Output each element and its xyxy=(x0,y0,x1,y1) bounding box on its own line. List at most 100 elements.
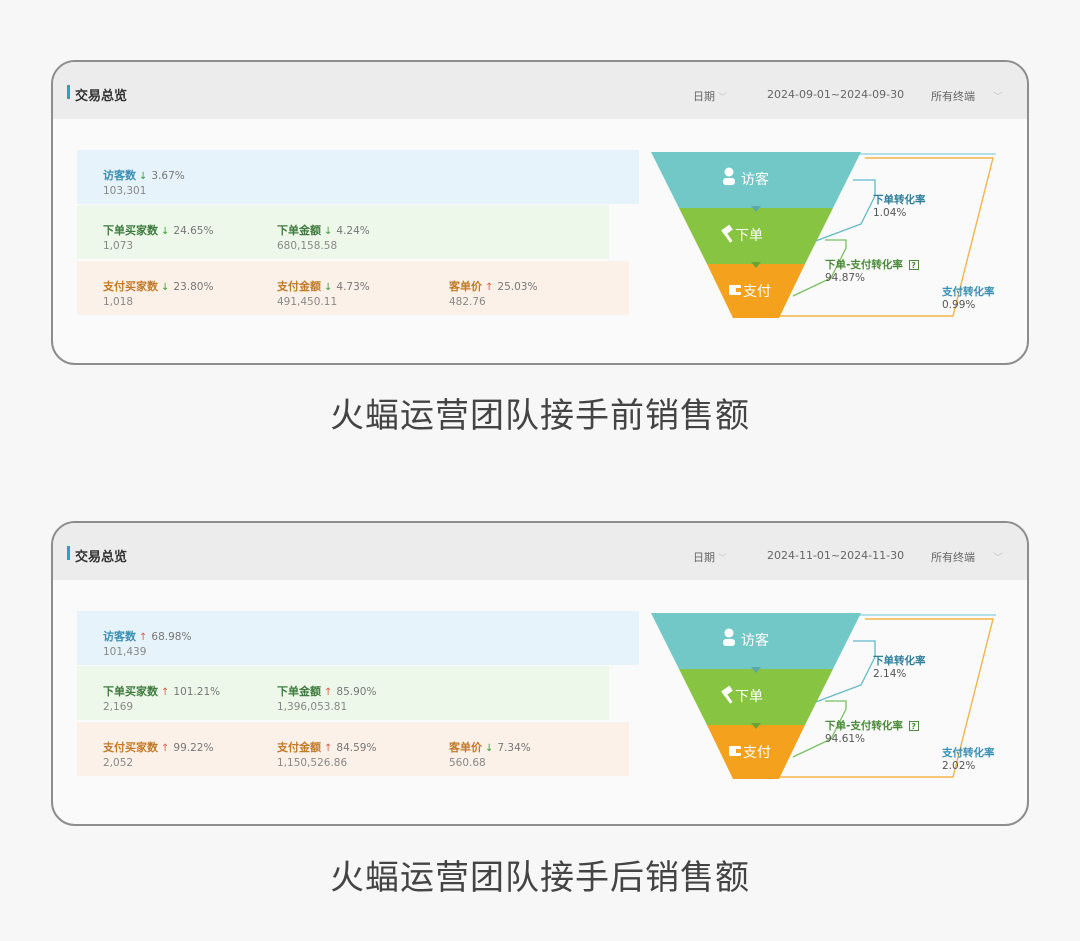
metric-label: 访客数 xyxy=(103,630,136,643)
help-icon[interactable]: ? xyxy=(908,721,919,731)
chevron-down-icon: ﹀ xyxy=(718,93,728,103)
chevron-down-icon[interactable]: ﹀ xyxy=(993,88,1003,103)
metric-value: 1,018 xyxy=(103,296,134,308)
date-range[interactable]: 2024-11-01~2024-11-30 xyxy=(767,549,904,562)
order-row: 下单买家数 ↓ 24.65% 1,073 下单金额 ↓ 4.24% 680,158.58 xyxy=(77,205,609,259)
metric-value: 2,169 xyxy=(103,701,134,713)
caption-after: 火蝠运营团队接手后销售额 xyxy=(330,858,750,898)
metric-pct: 85.90% xyxy=(336,686,377,698)
metric-order-amount: 下单金额 ↓ 4.24% 680,158.58 xyxy=(277,219,370,252)
chevron-down-icon[interactable]: ﹀ xyxy=(993,549,1003,564)
arrow-down-icon: ↓ xyxy=(485,743,494,754)
metric-pct: 99.22% xyxy=(173,742,214,754)
metric-label: 访客数 xyxy=(103,169,136,182)
wallet-icon xyxy=(729,285,741,295)
metric-pct: 23.80% xyxy=(173,281,214,293)
metric-pay-amount: 支付金额 ↓ 4.73% 491,450.11 xyxy=(277,275,370,308)
pay-row: 支付买家数 ↓ 23.80% 1,018 支付金额 ↓ 4.73% 491,450.11… xyxy=(77,261,629,315)
funnel-label-order: 下单 xyxy=(735,689,763,705)
metric-visitors: 访客数 ↑ 68.98% 101,439 xyxy=(103,625,191,658)
caption-before: 火蝠运营团队接手前销售额 xyxy=(330,396,750,436)
conv-pay-value: 0.99% xyxy=(942,299,976,311)
metric-pct: 4.73% xyxy=(336,281,370,293)
metric-value: 491,450.11 xyxy=(277,296,338,308)
arrow-down-icon: ↓ xyxy=(324,282,333,293)
arrow-down-icon: ↓ xyxy=(161,282,170,293)
metric-pct: 4.24% xyxy=(336,225,370,237)
metric-pct: 7.34% xyxy=(497,742,531,754)
metric-pct: 24.65% xyxy=(173,225,214,237)
chevron-down-icon: ﹀ xyxy=(718,554,728,564)
metric-order-buyers: 下单买家数 ↑ 101.21% 2,169 xyxy=(103,680,220,713)
date-selector[interactable]: 日期 ﹀ xyxy=(693,88,727,104)
metric-value: 1,396,053.81 xyxy=(277,701,348,713)
conv-order-value: 2.14% xyxy=(873,668,907,680)
conv-order-pay-text: 下单-支付转化率 xyxy=(825,259,903,271)
trade-overview-panel-before: 交易总览 日期 ﹀ 2024-09-01~2024-09-30 所有终端 ﹀ 访客… xyxy=(51,60,1029,365)
arrow-up-icon: ↑ xyxy=(161,743,170,754)
conv-order-pay-label: 下单-支付转化率 ? xyxy=(825,718,919,733)
conv-order-pay-value: 94.61% xyxy=(825,733,866,745)
funnel-label-visit: 访客 xyxy=(741,632,769,649)
panel-title: 交易总览 xyxy=(75,550,128,565)
metric-pay-buyers: 支付买家数 ↓ 23.80% 1,018 xyxy=(103,275,213,308)
metric-value: 1,150,526.86 xyxy=(277,757,348,769)
metric-label: 客单价 xyxy=(449,280,482,293)
arrow-up-icon: ↑ xyxy=(485,282,494,293)
conv-order-value: 1.04% xyxy=(873,207,907,219)
arrow-up-icon: ↑ xyxy=(139,632,148,643)
metric-pct: 3.67% xyxy=(151,170,185,182)
arrow-up-icon: ↑ xyxy=(161,687,170,698)
arrow-up-icon: ↑ xyxy=(324,743,333,754)
conv-order-label: 下单转化率 xyxy=(873,655,926,667)
title-accent-bar xyxy=(67,85,70,99)
metric-pct: 25.03% xyxy=(497,281,538,293)
metric-value: 101,439 xyxy=(103,646,147,658)
date-range[interactable]: 2024-09-01~2024-09-30 xyxy=(767,88,904,101)
metric-value: 2,052 xyxy=(103,757,134,769)
conv-pay-label: 支付转化率 xyxy=(942,286,995,298)
conv-order-pay-value: 94.87% xyxy=(825,272,866,284)
funnel-label-visit: 访客 xyxy=(741,171,769,188)
conv-pay-value: 2.02% xyxy=(942,760,976,772)
terminal-selector[interactable]: 所有终端 xyxy=(931,549,975,565)
panel-header: 交易总览 日期 ﹀ 2024-09-01~2024-09-30 所有终端 ﹀ xyxy=(53,62,1027,119)
metric-value: 103,301 xyxy=(103,185,147,197)
funnel-label-pay: 支付 xyxy=(743,745,771,761)
wallet-icon xyxy=(729,746,741,756)
panel-title: 交易总览 xyxy=(75,89,128,104)
metric-value: 560.68 xyxy=(449,757,486,769)
metric-pct: 68.98% xyxy=(151,631,192,643)
order-row: 下单买家数 ↑ 101.21% 2,169 下单金额 ↑ 85.90% 1,396,05… xyxy=(77,666,609,720)
visitor-row: 访客数 ↓ 3.67% 103,301 xyxy=(77,150,639,204)
metric-label: 下单买家数 xyxy=(103,685,158,698)
metric-pay-amount: 支付金额 ↑ 84.59% 1,150,526.86 xyxy=(277,736,376,769)
pay-row: 支付买家数 ↑ 99.22% 2,052 支付金额 ↑ 84.59% 1,150,526… xyxy=(77,722,629,776)
help-icon[interactable]: ? xyxy=(908,260,919,270)
metric-label: 下单买家数 xyxy=(103,224,158,237)
metric-label: 下单金额 xyxy=(277,685,321,698)
terminal-selector[interactable]: 所有终端 xyxy=(931,88,975,104)
arrow-down-icon: ↓ xyxy=(161,226,170,237)
metric-label: 下单金额 xyxy=(277,224,321,237)
title-accent-bar xyxy=(67,546,70,560)
metric-value: 482.76 xyxy=(449,296,486,308)
metric-pay-buyers: 支付买家数 ↑ 99.22% 2,052 xyxy=(103,736,213,769)
metric-value: 1,073 xyxy=(103,240,134,252)
date-selector[interactable]: 日期 ﹀ xyxy=(693,549,727,565)
visitor-row: 访客数 ↑ 68.98% 101,439 xyxy=(77,611,639,665)
panel-header: 交易总览 日期 ﹀ 2024-11-01~2024-11-30 所有终端 ﹀ xyxy=(53,523,1027,580)
metric-label: 支付金额 xyxy=(277,741,321,754)
funnel-label-order: 下单 xyxy=(735,228,763,244)
metric-label: 支付金额 xyxy=(277,280,321,293)
metric-pct: 84.59% xyxy=(336,742,377,754)
metric-label: 客单价 xyxy=(449,741,482,754)
trade-overview-panel-after: 交易总览 日期 ﹀ 2024-11-01~2024-11-30 所有终端 ﹀ 访客… xyxy=(51,521,1029,826)
metric-order-amount: 下单金额 ↑ 85.90% 1,396,053.81 xyxy=(277,680,376,713)
metric-unit-price: 客单价 ↓ 7.34% 560.68 xyxy=(449,736,531,769)
metric-visitors: 访客数 ↓ 3.67% 103,301 xyxy=(103,164,185,197)
date-label: 日期 xyxy=(693,90,715,103)
conv-order-pay-label: 下单-支付转化率 ? xyxy=(825,257,919,272)
metric-label: 支付买家数 xyxy=(103,741,158,754)
funnel-label-pay: 支付 xyxy=(743,284,771,300)
